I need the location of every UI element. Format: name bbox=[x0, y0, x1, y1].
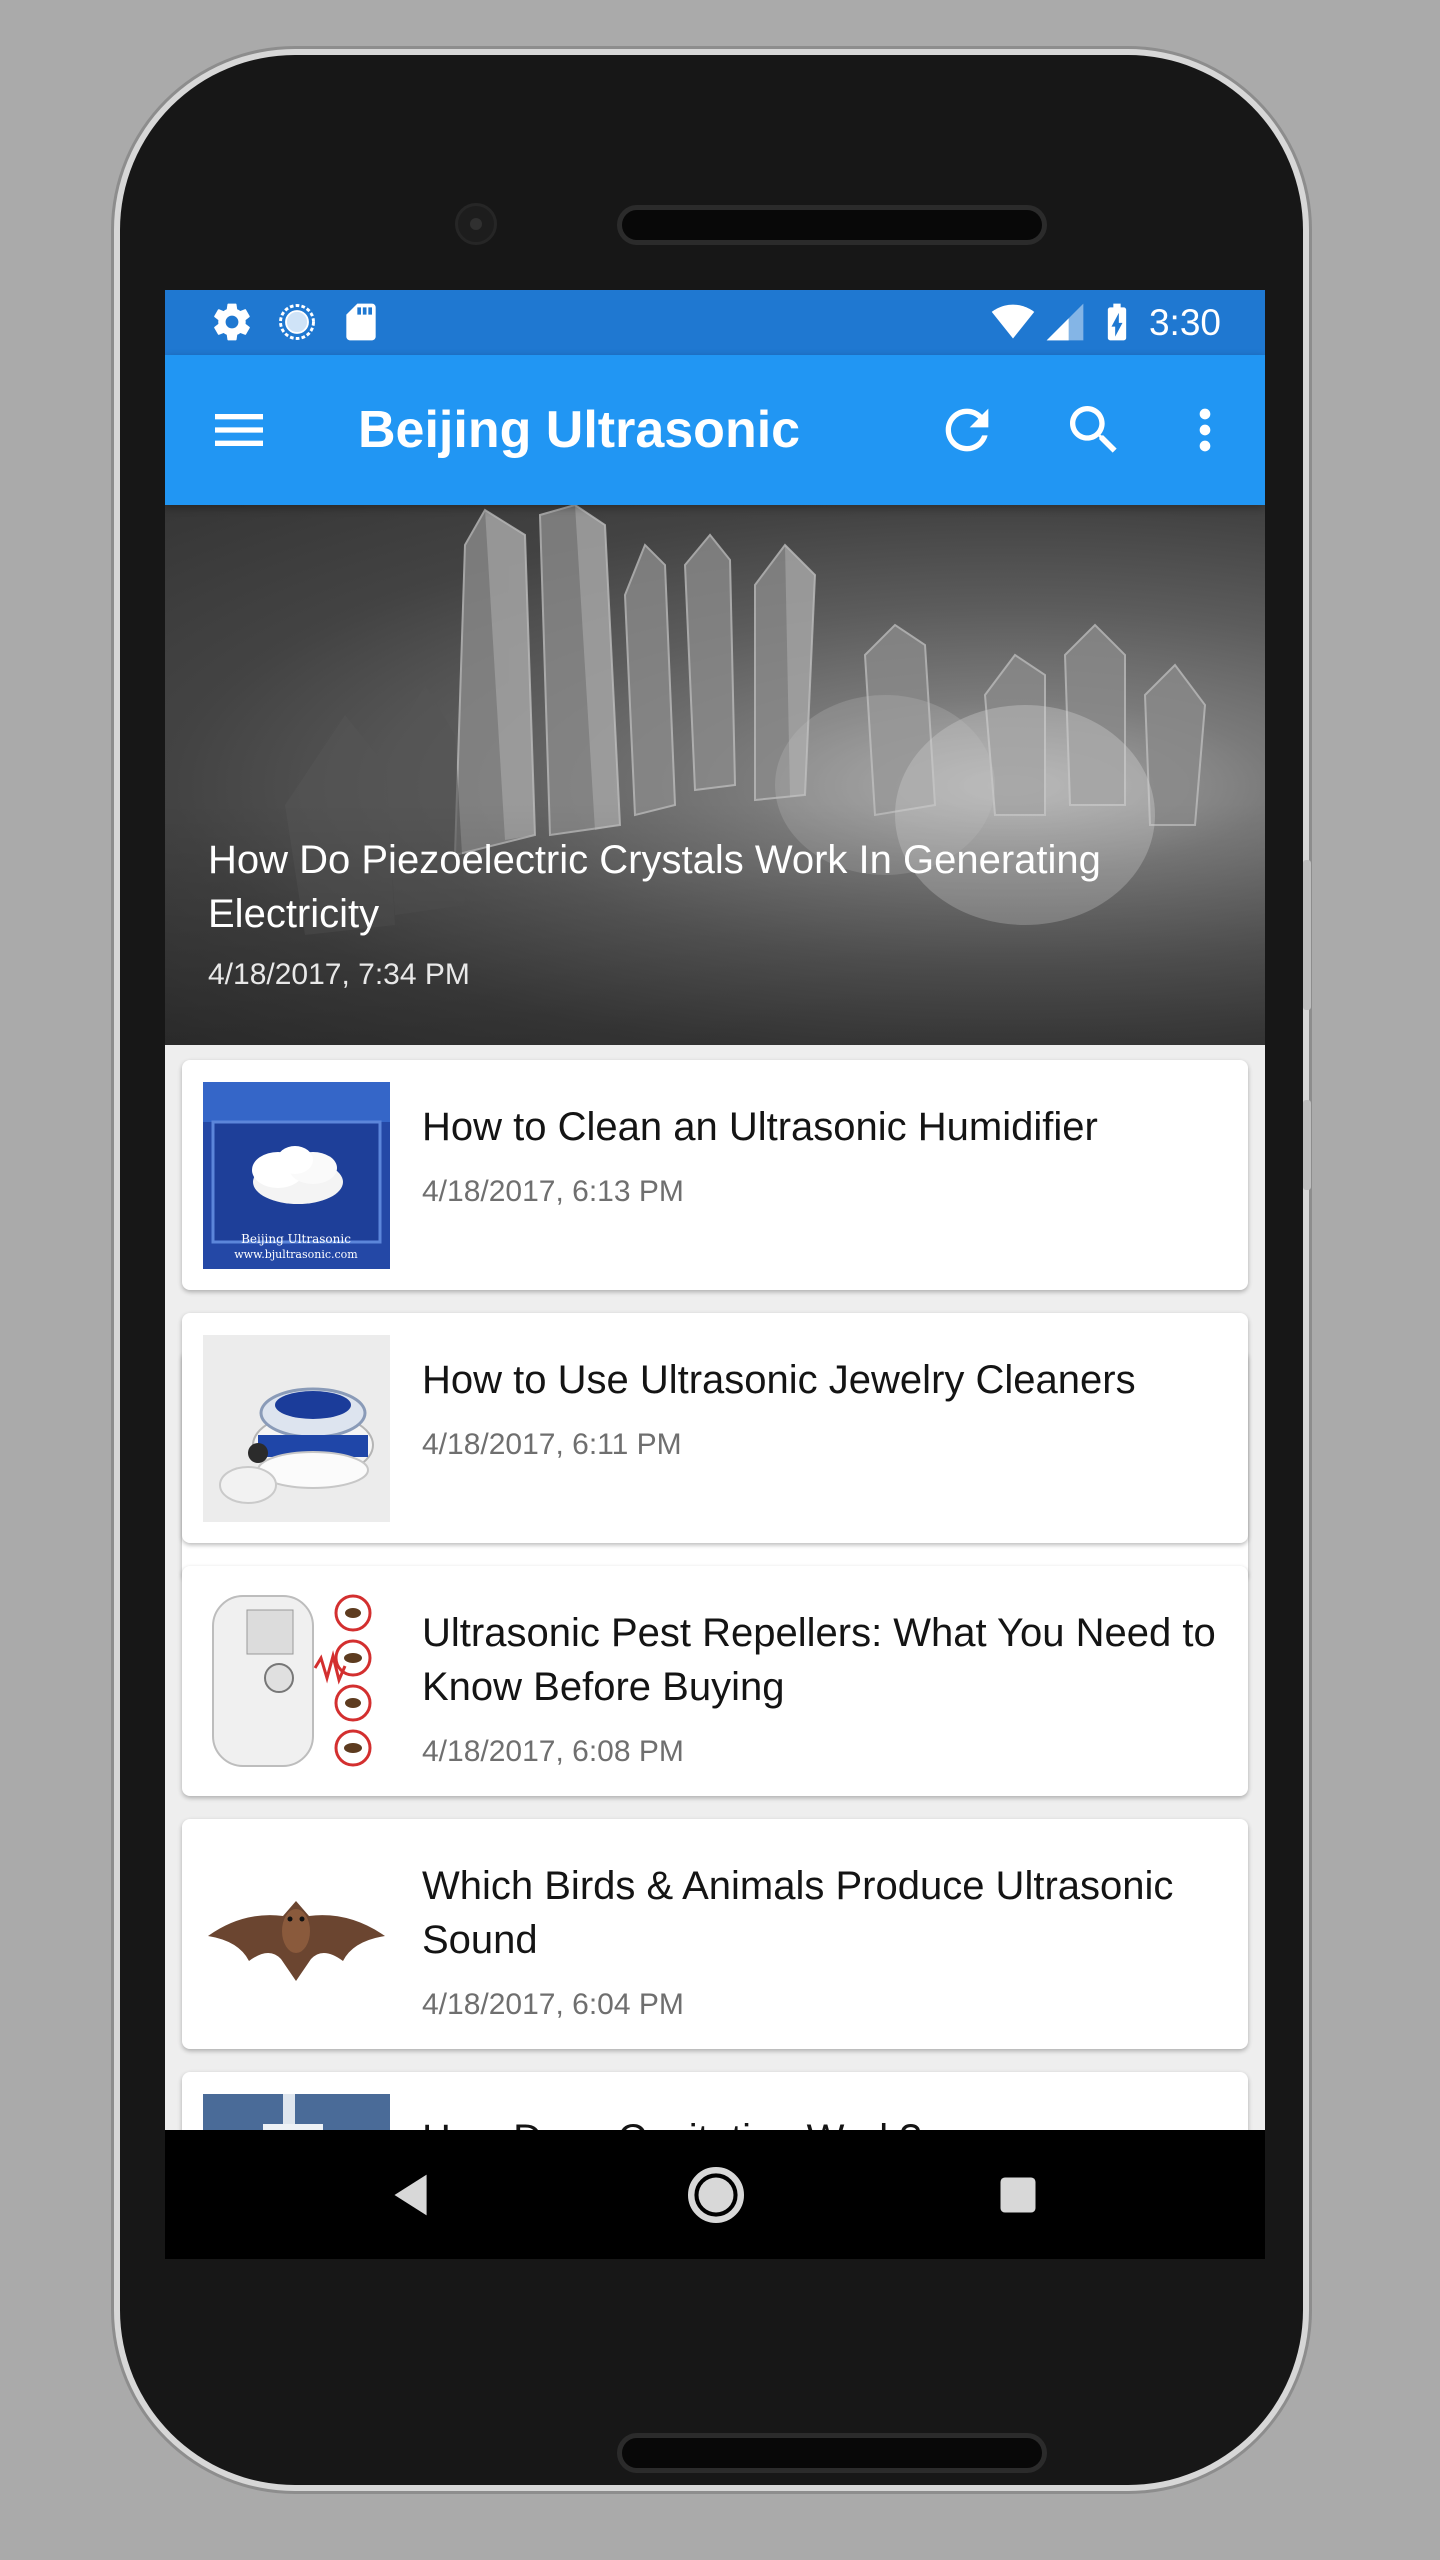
battery-charging-icon bbox=[1107, 303, 1127, 341]
app-bar: Beijing Ultrasonic bbox=[165, 355, 1265, 505]
status-bar: 3:30 bbox=[165, 290, 1265, 355]
article-card[interactable]: How Does Cavitation Work? bbox=[182, 2072, 1248, 2130]
article-thumb-pest-repeller bbox=[203, 1588, 390, 1775]
refresh-icon[interactable] bbox=[935, 398, 999, 462]
article-card[interactable]: How to Use Ultrasonic Jewelry Cleaners 4… bbox=[182, 1313, 1248, 1543]
bottom-speaker bbox=[617, 2433, 1047, 2473]
search-icon[interactable] bbox=[1062, 398, 1126, 462]
bat-image bbox=[203, 1841, 390, 2028]
article-date: 4/18/2017, 6:13 PM bbox=[422, 1175, 684, 1208]
article-card[interactable]: Beijing Ultrasonic www.bjultrasonic.com … bbox=[182, 1060, 1248, 1290]
power-button bbox=[1303, 1100, 1311, 1190]
article-thumb-bat bbox=[203, 1841, 390, 2028]
app-title: Beijing Ultrasonic bbox=[358, 401, 801, 459]
article-title: How to Use Ultrasonic Jewelry Cleaners bbox=[422, 1358, 1136, 1402]
back-icon[interactable] bbox=[377, 2160, 447, 2230]
thumb-caption-brand: Beijing Ultrasonic bbox=[241, 1232, 351, 1246]
home-icon[interactable] bbox=[681, 2160, 751, 2230]
article-title: How to Clean an Ultrasonic Humidifier bbox=[422, 1105, 1098, 1149]
cell-signal-icon bbox=[1046, 303, 1084, 341]
earpiece-speaker bbox=[617, 205, 1047, 245]
status-clock: 3:30 bbox=[1148, 302, 1221, 343]
hero-title: How Do Piezoelectric Crystals Work In Ge… bbox=[208, 838, 1101, 936]
thumb-caption-url: www.bjultrasonic.com bbox=[234, 1248, 358, 1261]
article-date: 4/18/2017, 6:08 PM bbox=[422, 1735, 684, 1768]
hero-date: 4/18/2017, 7:34 PM bbox=[208, 958, 470, 991]
front-camera bbox=[455, 203, 497, 245]
sd-card-icon bbox=[346, 303, 376, 341]
article-thumb-jewelry-cleaner bbox=[203, 1335, 390, 1522]
article-card[interactable]: Ultrasonic Pest Repellers: What You Need… bbox=[182, 1566, 1248, 1796]
recents-icon[interactable] bbox=[983, 2160, 1053, 2230]
article-date: 4/18/2017, 6:11 PM bbox=[422, 1428, 682, 1461]
jewelry-cleaner-image bbox=[203, 1335, 390, 1522]
pest-repeller-image bbox=[203, 1588, 390, 1775]
article-list-viewport: Beijing Ultrasonic www.bjultrasonic.com … bbox=[165, 1045, 1265, 2130]
settings-icon bbox=[214, 303, 250, 341]
cavitation-image bbox=[203, 2094, 390, 2130]
article-card[interactable]: Which Birds & Animals Produce Ultrasonic… bbox=[182, 1819, 1248, 2049]
article-title: Which Birds & Animals Produce Ultrasonic… bbox=[422, 1864, 1174, 1962]
wifi-icon bbox=[991, 304, 1035, 339]
more-vertical-icon[interactable] bbox=[1173, 398, 1237, 462]
menu-icon[interactable] bbox=[207, 398, 271, 462]
article-title: Ultrasonic Pest Repellers: What You Need… bbox=[422, 1611, 1216, 1709]
article-thumb-cavitation bbox=[203, 2094, 390, 2130]
volume-button bbox=[1303, 860, 1311, 1010]
article-thumb-humidifier: Beijing Ultrasonic www.bjultrasonic.com bbox=[203, 1082, 390, 1269]
hero-article[interactable]: How Do Piezoelectric Crystals Work In Ge… bbox=[165, 505, 1265, 1045]
humidifier-mist-image: Beijing Ultrasonic www.bjultrasonic.com bbox=[203, 1082, 390, 1269]
navigation-bar bbox=[165, 2130, 1265, 2259]
article-title: How Does Cavitation Work? bbox=[422, 2112, 1222, 2130]
sync-circle-icon bbox=[279, 304, 315, 340]
article-date: 4/18/2017, 6:04 PM bbox=[422, 1988, 684, 2021]
